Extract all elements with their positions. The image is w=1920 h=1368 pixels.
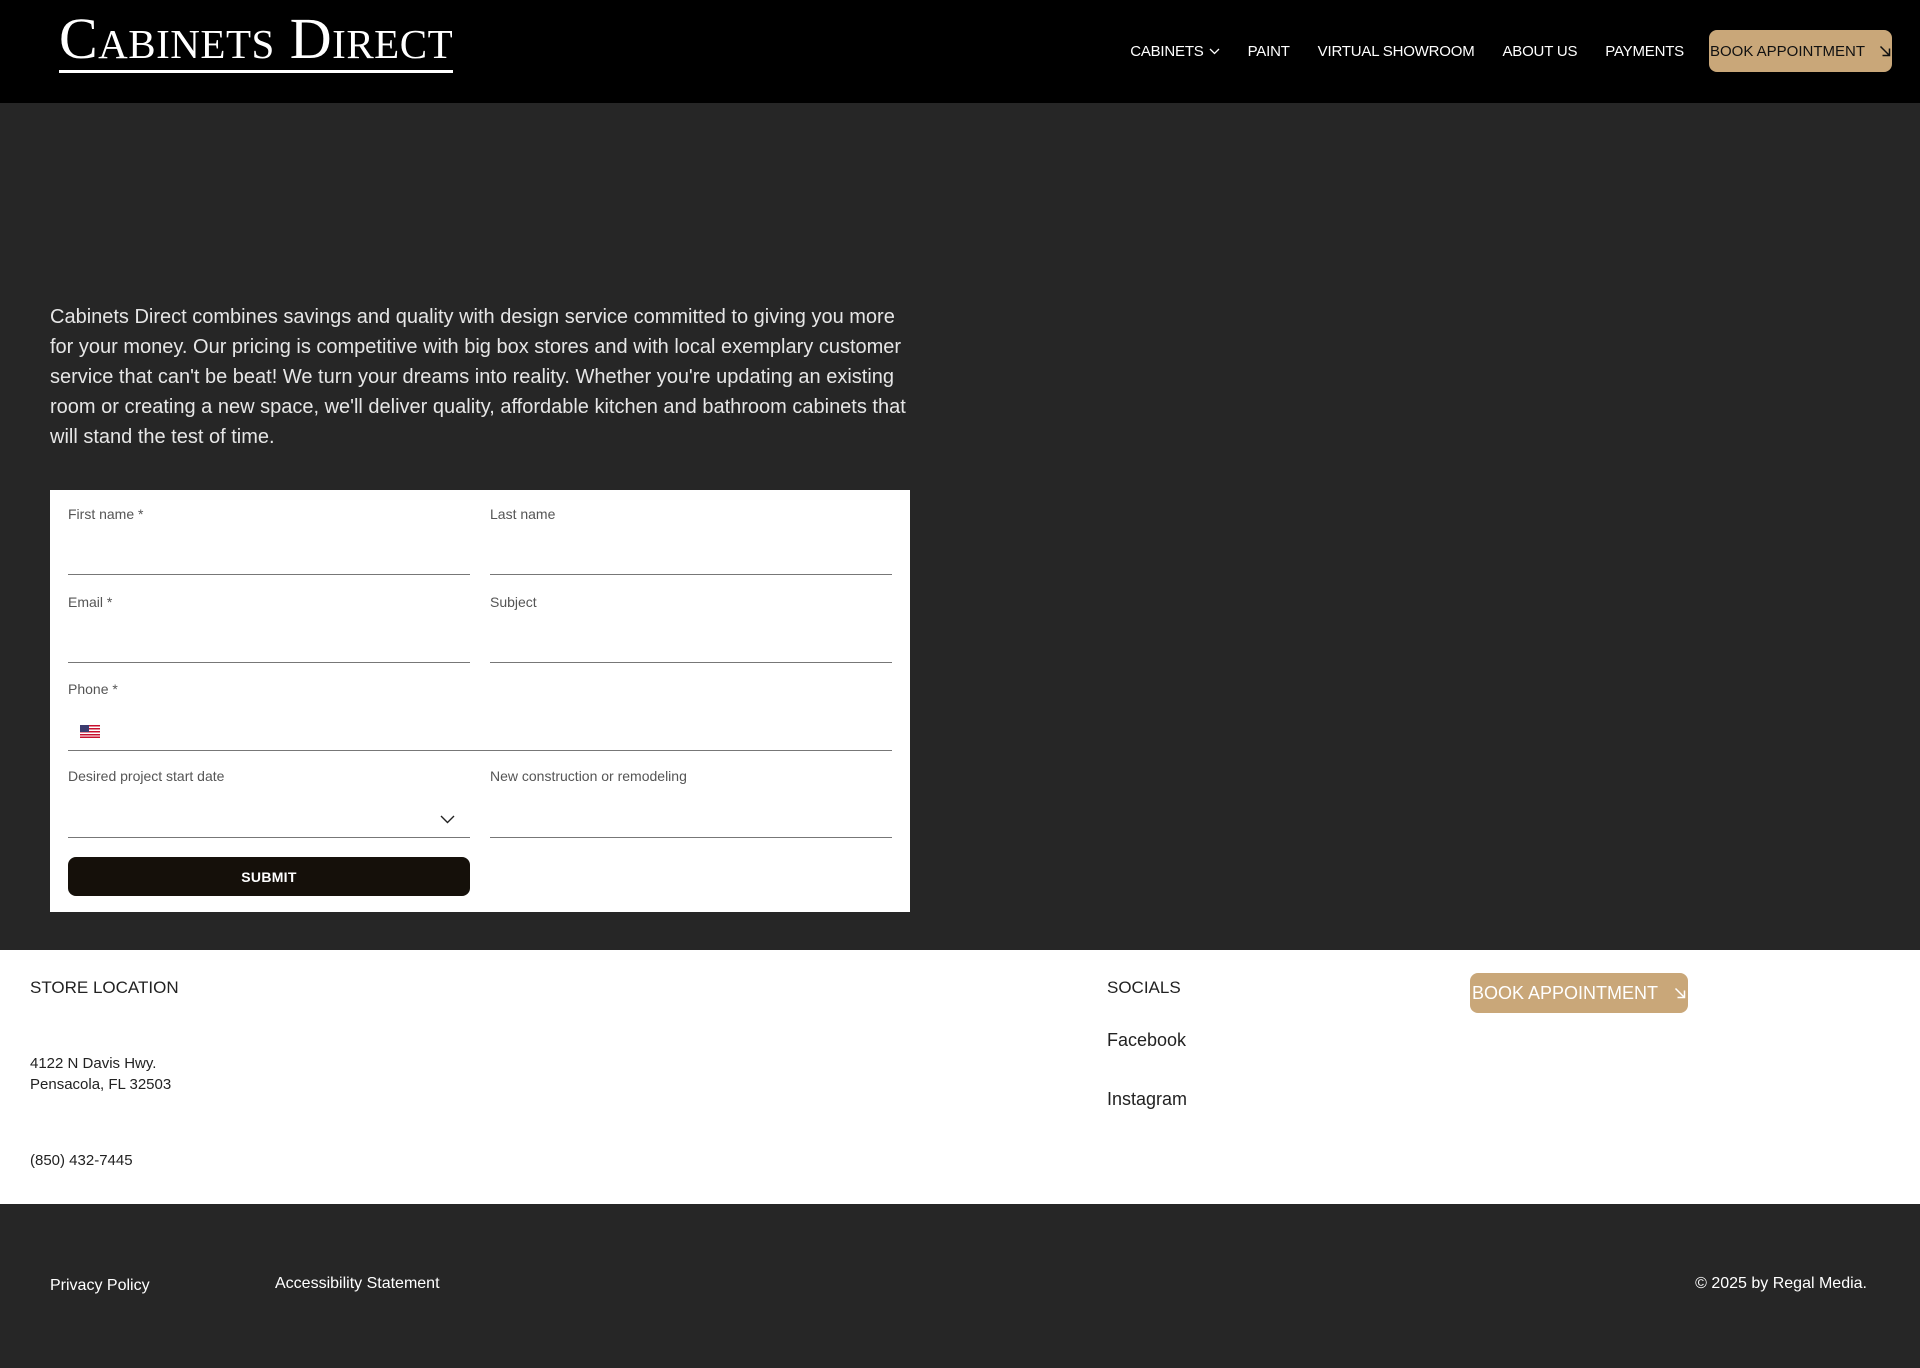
- facebook-link[interactable]: Facebook: [1107, 1030, 1186, 1051]
- us-flag-icon[interactable]: [80, 725, 100, 738]
- book-appointment-button[interactable]: BOOK APPOINTMENT: [1709, 30, 1892, 72]
- arrow-down-right-icon: [1674, 987, 1686, 999]
- phone-label: Phone *: [68, 681, 118, 697]
- book-appointment-label: BOOK APPOINTMENT: [1471, 982, 1659, 1003]
- address-line-1: 4122 N Davis Hwy.: [30, 1055, 157, 1072]
- privacy-policy-link[interactable]: Privacy Policy: [50, 1277, 150, 1295]
- store-phone[interactable]: (850) 432-7445: [30, 1150, 133, 1171]
- nav-item-paint[interactable]: PAINT: [1248, 43, 1290, 60]
- field-underline: [68, 662, 470, 663]
- first-name-input[interactable]: [68, 541, 470, 571]
- footer-legal: Privacy Policy Accessibility Statement ©…: [0, 1204, 1920, 1368]
- nav-item-about-us[interactable]: ABOUT US: [1502, 43, 1577, 60]
- chevron-down-icon: [1209, 48, 1220, 54]
- arrow-down-right-icon: [1879, 45, 1891, 57]
- phone-input[interactable]: [113, 717, 883, 747]
- submit-button[interactable]: SUBMIT: [68, 857, 470, 896]
- construction-label: New construction or remodeling: [490, 768, 687, 784]
- instagram-link[interactable]: Instagram: [1107, 1089, 1187, 1110]
- first-name-field[interactable]: First name *: [68, 506, 470, 575]
- copyright-text: © 2025 by Regal Media.: [1695, 1275, 1867, 1292]
- construction-input[interactable]: [490, 804, 892, 834]
- footer-info: STORE LOCATION 4122 N Davis Hwy. Pensaco…: [0, 950, 1920, 1204]
- field-underline: [68, 750, 892, 751]
- site-logo[interactable]: Cabinets Direct: [59, 10, 454, 73]
- last-name-input[interactable]: [490, 541, 892, 571]
- main-nav: CABINETS PAINT VIRTUAL SHOWROOM ABOUT US…: [1102, 30, 1892, 72]
- store-location-heading: STORE LOCATION: [30, 978, 179, 997]
- start-date-label: Desired project start date: [68, 768, 225, 784]
- field-underline: [490, 837, 892, 838]
- footer-book-appointment-button[interactable]: BOOK APPOINTMENT: [1470, 973, 1688, 1013]
- nav-item-payments[interactable]: PAYMENTS: [1605, 43, 1684, 60]
- field-underline: [490, 662, 892, 663]
- field-underline: [68, 837, 470, 838]
- subject-field[interactable]: Subject: [490, 594, 892, 663]
- email-field[interactable]: Email *: [68, 594, 470, 663]
- field-underline: [68, 574, 470, 575]
- last-name-label: Last name: [490, 506, 556, 522]
- site-header: Cabinets Direct CABINETS PAINT VIRTUAL S…: [0, 0, 1920, 103]
- contact-form: First name * Last name Email * Subject P…: [50, 490, 910, 912]
- accessibility-statement-link[interactable]: Accessibility Statement: [275, 1275, 440, 1293]
- nav-item-label: CABINETS: [1130, 42, 1204, 60]
- address-line-2: Pensacola, FL 32503: [30, 1076, 172, 1093]
- subject-label: Subject: [490, 594, 537, 610]
- construction-field[interactable]: New construction or remodeling: [490, 768, 892, 838]
- last-name-field[interactable]: Last name: [490, 506, 892, 575]
- book-appointment-label: BOOK APPOINTMENT: [1709, 42, 1866, 60]
- email-label: Email *: [68, 594, 113, 610]
- nav-item-cabinets[interactable]: CABINETS: [1130, 42, 1220, 60]
- first-name-label: First name *: [68, 506, 144, 522]
- subject-input[interactable]: [490, 629, 892, 659]
- chevron-down-icon[interactable]: [440, 815, 455, 824]
- intro-text: Cabinets Direct combines savings and qua…: [50, 306, 906, 448]
- email-input[interactable]: [68, 629, 470, 659]
- socials-heading: SOCIALS: [1107, 978, 1181, 997]
- field-underline: [490, 574, 892, 575]
- phone-field[interactable]: Phone *: [68, 681, 892, 751]
- start-date-field[interactable]: Desired project start date: [68, 768, 470, 838]
- nav-item-virtual-showroom[interactable]: VIRTUAL SHOWROOM: [1318, 43, 1475, 60]
